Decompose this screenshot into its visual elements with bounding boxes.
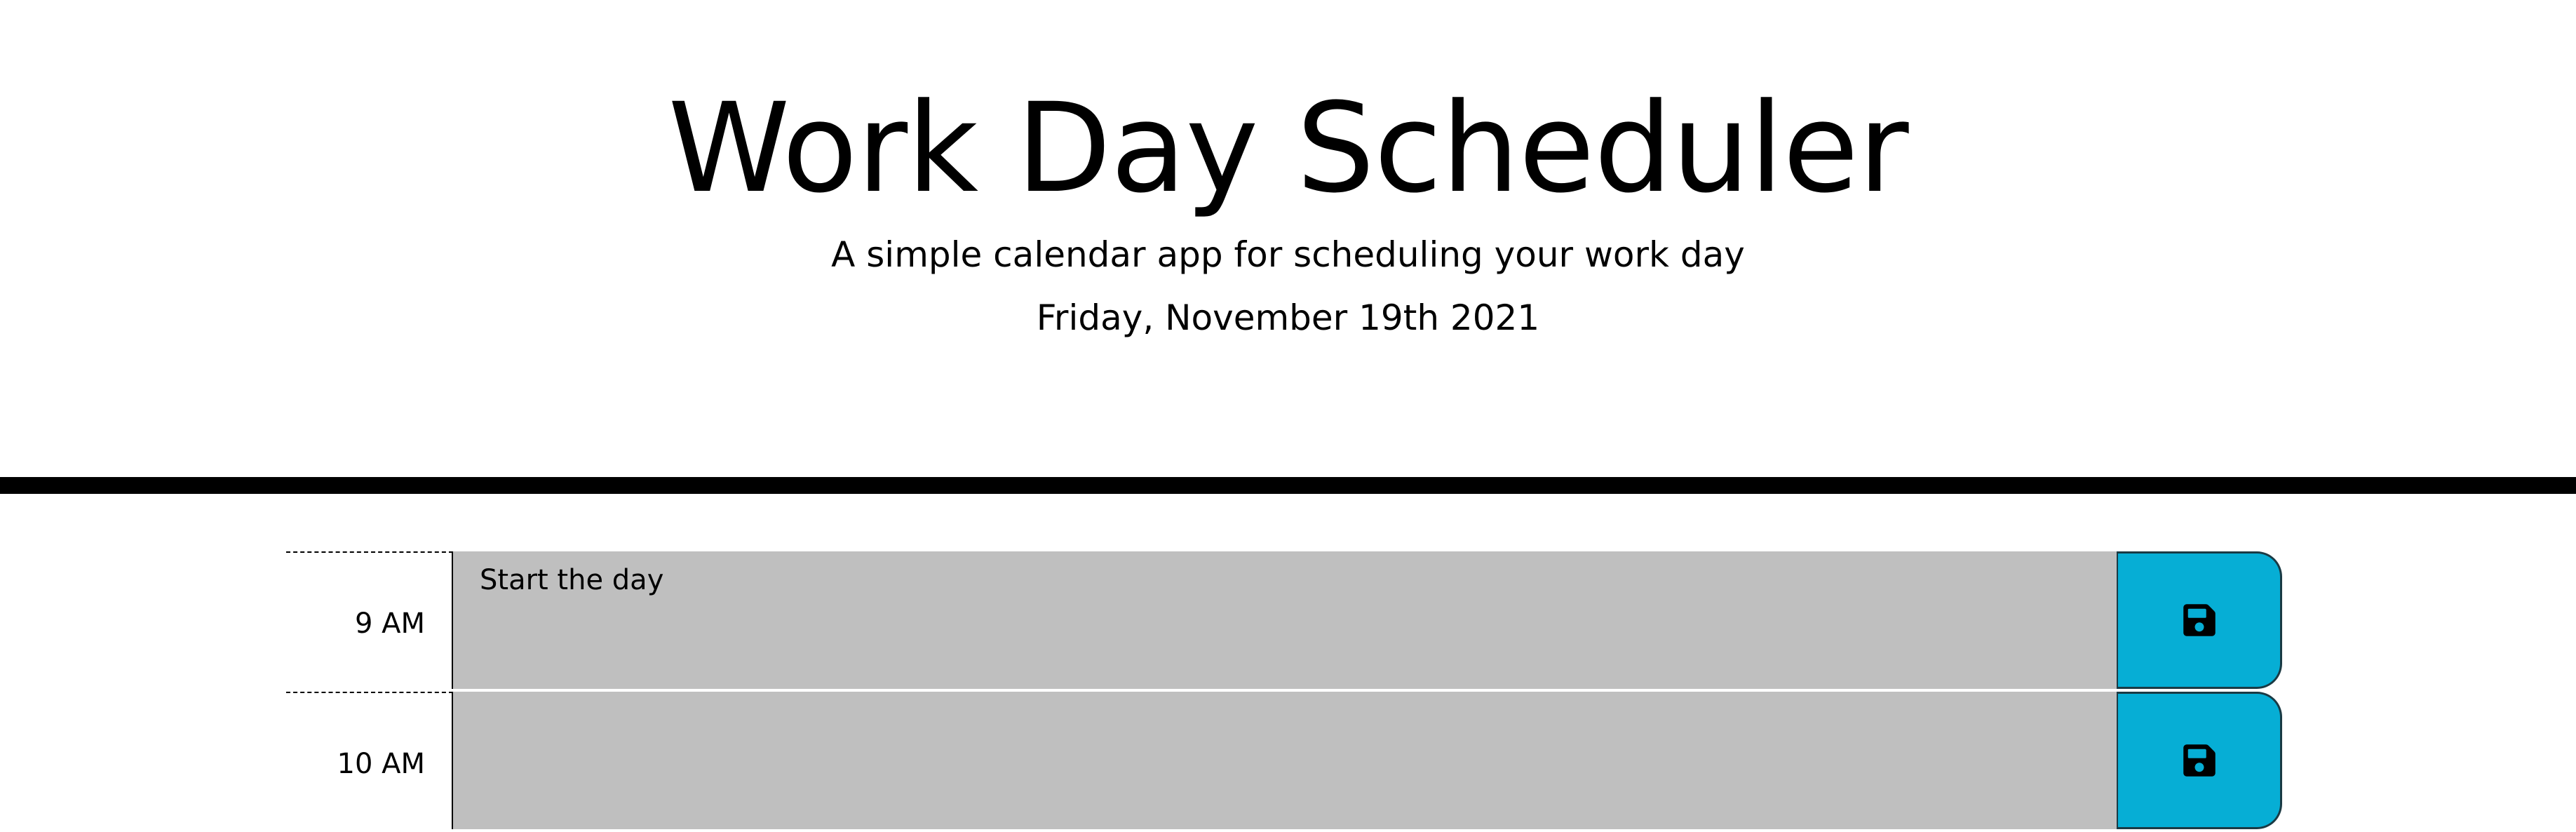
page-subtitle: A simple calendar app for scheduling you…: [831, 234, 1745, 275]
page-title: Work Day Scheduler: [668, 76, 1908, 220]
schedule-container: 9 AM Start the day 10 AM: [286, 551, 2284, 832]
save-button[interactable]: [2117, 692, 2282, 829]
current-date: Friday, November 19th 2021: [1036, 297, 1540, 338]
header-divider: [0, 477, 2576, 494]
save-button[interactable]: [2117, 551, 2282, 689]
event-description-input[interactable]: Start the day: [453, 551, 2117, 689]
hour-label: 9 AM: [286, 551, 453, 689]
floppy-disk-icon: [2183, 744, 2216, 777]
time-block-row: 9 AM Start the day: [286, 551, 2284, 690]
event-description-input[interactable]: [453, 692, 2117, 829]
floppy-disk-icon: [2183, 604, 2216, 636]
header: Work Day Scheduler A simple calendar app…: [0, 0, 2576, 477]
hour-label: 10 AM: [286, 692, 453, 829]
time-block-row: 10 AM: [286, 692, 2284, 831]
